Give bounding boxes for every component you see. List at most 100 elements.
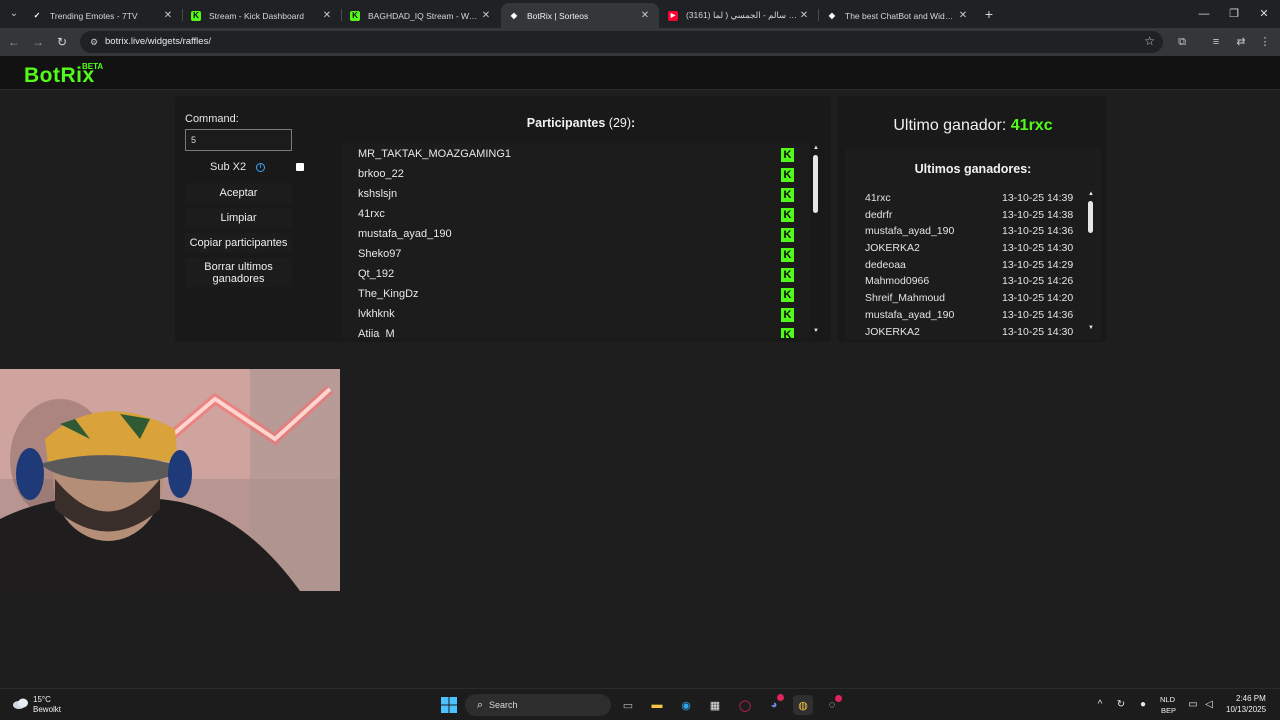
- tab-botrix-raffles[interactable]: ◆ BotRix | Sorteos ✕: [501, 3, 659, 28]
- tab-7tv[interactable]: ✓ Trending Emotes - 7TV ✕: [24, 3, 182, 28]
- participants-scrollbar[interactable]: ▲ ▼: [811, 143, 821, 338]
- minimize-icon[interactable]: —: [1188, 0, 1220, 28]
- copy-participants-button[interactable]: Copiar participantes: [185, 233, 292, 253]
- task-view-icon[interactable]: ▭: [618, 695, 638, 715]
- tab-kick-dashboard[interactable]: K Stream - Kick Dashboard ✕: [183, 3, 341, 28]
- subx2-label: Sub X2: [210, 161, 247, 173]
- participant-row: Sheko97 K: [342, 245, 810, 265]
- bookmark-star-icon[interactable]: ☆: [1144, 34, 1155, 48]
- tab-botrix-home[interactable]: ◆ The best ChatBot and Widgets ✕: [819, 3, 977, 28]
- file-explorer-icon[interactable]: ▬: [647, 695, 667, 715]
- winner-row: Shreif_Mahmoud 13-10-25 14:20: [845, 292, 1085, 308]
- input-language[interactable]: NLD: [1160, 695, 1175, 704]
- tab-title: (3161) سليم سالم - الجمسي ( لما: [686, 10, 798, 20]
- winner-row: mustafa_ayad_190 13-10-25 14:36: [845, 225, 1085, 241]
- site-info-icon[interactable]: ⚙: [88, 36, 100, 48]
- microphone-icon[interactable]: ●: [1136, 698, 1150, 712]
- delete-winners-button[interactable]: Borrar ultimos ganadores: [185, 258, 292, 287]
- tab-search-menu-icon[interactable]: ⌄: [4, 4, 24, 24]
- winners-scrollbar[interactable]: ▲ ▼: [1086, 189, 1096, 335]
- url-text[interactable]: botrix.live/widgets/raffles/: [105, 31, 211, 53]
- taskbar-search[interactable]: ⌕ Search: [465, 694, 611, 716]
- close-icon[interactable]: ✕: [162, 10, 174, 21]
- scroll-up-icon[interactable]: ▲: [1087, 191, 1095, 197]
- translate-icon[interactable]: ⇄: [1233, 34, 1249, 50]
- scroll-down-icon[interactable]: ▼: [1087, 325, 1095, 331]
- network-icon[interactable]: ▭: [1186, 698, 1200, 712]
- participant-name: 41rxc: [358, 208, 385, 220]
- subx2-checkbox[interactable]: [296, 163, 304, 171]
- window-close-icon[interactable]: ✕: [1248, 0, 1280, 28]
- botrix-icon: ◆: [510, 11, 518, 20]
- participant-name: lvkhknk: [358, 308, 395, 320]
- close-icon[interactable]: ✕: [639, 10, 651, 21]
- winner-date: 13-10-25 14:36: [1002, 225, 1074, 237]
- browser-toolbar: ← → ↻ ⚙ botrix.live/widgets/raffles/ ☆ ⧉…: [0, 28, 1280, 56]
- info-icon[interactable]: i: [256, 163, 265, 172]
- search-icon: ⌕: [476, 699, 484, 711]
- reload-icon[interactable]: ↻: [53, 33, 71, 51]
- tab-kick-stream[interactable]: K BAGHDAD_IQ Stream - Watch Live ✕: [342, 3, 500, 28]
- close-icon[interactable]: ✕: [798, 10, 810, 21]
- kick-icon: K: [781, 268, 794, 282]
- media-controls-icon[interactable]: ≡: [1208, 34, 1224, 50]
- forward-icon[interactable]: →: [29, 33, 47, 51]
- cloud-icon[interactable]: [12, 697, 30, 711]
- tab-youtube[interactable]: ▶ (3161) سليم سالم - الجمسي ( لما ✕: [660, 3, 818, 28]
- close-icon[interactable]: ✕: [480, 10, 492, 21]
- weather-temperature[interactable]: 15°C: [33, 695, 51, 704]
- beta-badge: BETA: [82, 62, 104, 71]
- extensions-icon[interactable]: ⧉: [1174, 34, 1190, 50]
- winner-name: dedrfr: [865, 209, 893, 221]
- edge-icon[interactable]: ◉: [676, 695, 696, 715]
- winner-row: Mahmod0966 13-10-25 14:26: [845, 275, 1085, 291]
- close-icon[interactable]: ✕: [321, 10, 333, 21]
- tab-title: BotRix | Sorteos: [527, 10, 589, 21]
- winner-name: 41rxc: [865, 192, 891, 204]
- close-icon[interactable]: ✕: [957, 10, 969, 21]
- winner-date: 13-10-25 14:29: [1002, 259, 1074, 271]
- 7tv-icon: ✓: [33, 11, 41, 20]
- participant-row: Atiia_M K: [342, 325, 810, 338]
- participant-row: MR_TAKTAK_MOAZGAMING1 K: [342, 145, 810, 165]
- scrollbar-thumb[interactable]: [1088, 201, 1093, 233]
- scroll-up-icon[interactable]: ▲: [812, 145, 820, 151]
- store-icon[interactable]: ▦: [705, 695, 725, 715]
- accept-button[interactable]: Aceptar: [185, 183, 292, 203]
- last-winners-title: Ultimos ganadores:: [914, 162, 1032, 176]
- participant-name: Atiia_M: [358, 328, 395, 338]
- participant-row: mustafa_ayad_190 K: [342, 225, 810, 245]
- participants-list[interactable]: MR_TAKTAK_MOAZGAMING1 K brkoo_22 K kshsl…: [342, 143, 810, 338]
- participants-count: (29): [608, 116, 632, 130]
- keyboard-layout[interactable]: BEP: [1161, 706, 1176, 715]
- kick-icon: K: [781, 228, 794, 242]
- chevron-up-icon[interactable]: ^: [1093, 698, 1107, 712]
- winner-date: 13-10-25 14:30: [1002, 326, 1074, 338]
- new-tab-plus-icon[interactable]: +: [980, 5, 998, 23]
- address-bar[interactable]: ⚙ botrix.live/widgets/raffles/ ☆: [80, 31, 1163, 53]
- weather-condition[interactable]: Bewolkt: [33, 705, 61, 714]
- clock-date[interactable]: 10/13/2025: [1226, 705, 1266, 714]
- last-winner-name: 41rxc: [1010, 117, 1053, 134]
- clear-button[interactable]: Limpiar: [185, 208, 292, 228]
- kick-icon: K: [781, 208, 794, 222]
- winner-date: 13-10-25 14:39: [1002, 192, 1074, 204]
- participant-name: Qt_192: [358, 268, 395, 280]
- sync-icon[interactable]: ↻: [1114, 698, 1128, 712]
- command-input[interactable]: [185, 129, 292, 151]
- scrollbar-thumb[interactable]: [813, 155, 818, 213]
- scroll-down-icon[interactable]: ▼: [812, 328, 820, 334]
- search-placeholder: Search: [489, 700, 518, 710]
- opera-icon[interactable]: ◯: [735, 695, 755, 715]
- browser-menu-icon[interactable]: ⋮: [1257, 34, 1273, 50]
- clock-time[interactable]: 2:46 PM: [1236, 694, 1266, 703]
- restore-icon[interactable]: ❐: [1218, 0, 1250, 28]
- windows-start-icon[interactable]: [439, 695, 459, 715]
- kick-icon: K: [781, 188, 794, 202]
- chrome-icon[interactable]: ◍: [793, 695, 813, 715]
- back-icon[interactable]: ←: [5, 33, 23, 51]
- botrix-icon: ◆: [828, 11, 836, 20]
- volume-icon[interactable]: ◁: [1202, 698, 1216, 712]
- kick-icon: K: [781, 148, 794, 162]
- last-winners-box[interactable]: Ultimos ganadores: 41rxc 13-10-25 14:39 …: [845, 149, 1101, 339]
